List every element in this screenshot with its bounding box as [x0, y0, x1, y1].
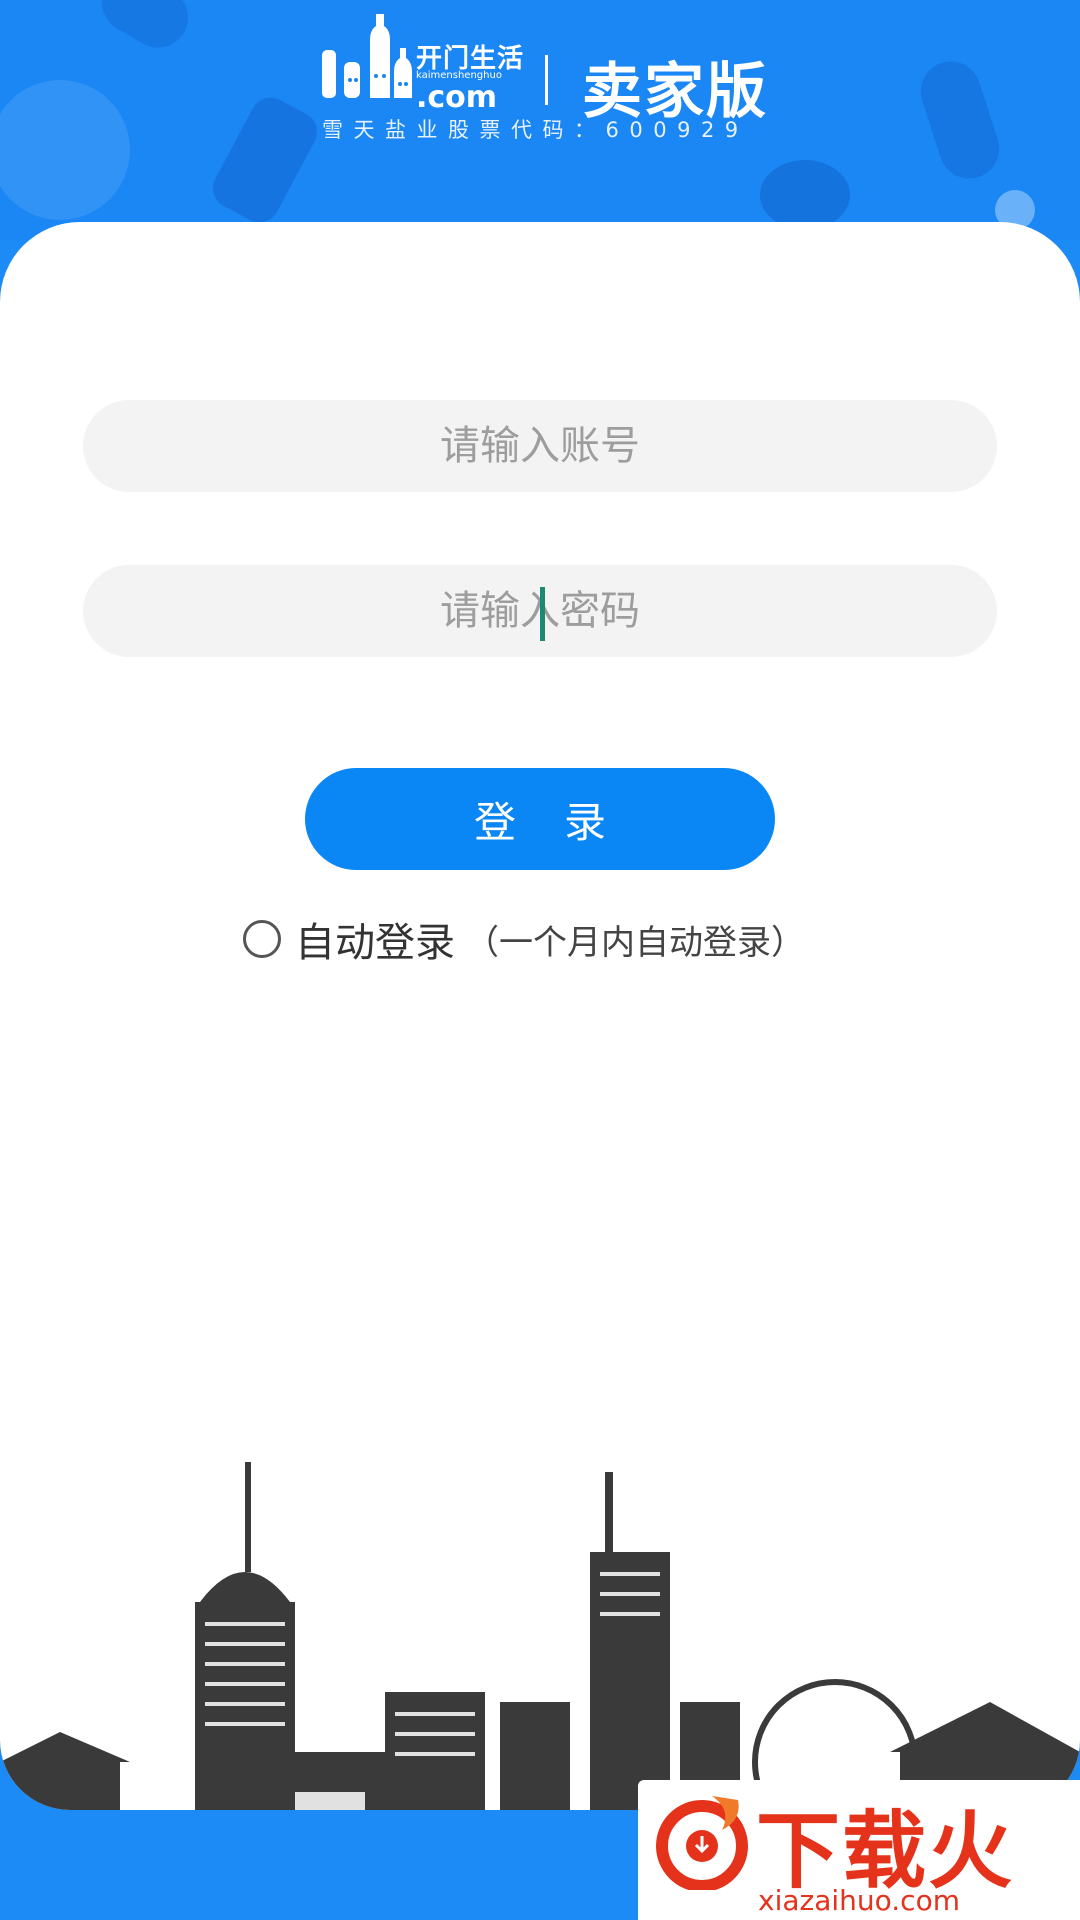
text-cursor: [540, 587, 545, 641]
auto-login-note: （一个月内自动登录）: [465, 922, 805, 963]
auto-login-option[interactable]: 自动登录 （一个月内自动登录）: [243, 912, 805, 966]
bottles-logo-icon: [322, 14, 412, 98]
decor-food-shape: [205, 90, 325, 230]
decor-food-shape: [760, 160, 850, 230]
stock-code-text: 雪天盐业股票代码：600929: [322, 118, 749, 142]
fire-download-icon: [656, 1796, 748, 1890]
brand-domain: .com: [416, 80, 498, 115]
logo-divider: [545, 55, 548, 105]
account-field[interactable]: [83, 399, 997, 493]
login-button[interactable]: 登录: [305, 768, 775, 870]
password-field[interactable]: [83, 564, 997, 658]
decor-food-shape: [912, 53, 1008, 187]
decor-bubble: [0, 80, 130, 220]
account-input[interactable]: [83, 399, 997, 493]
header-banner: 开门生活 kaimenshenghuo .com 卖家版 雪天盐业股票代码：60…: [0, 0, 1080, 240]
watermark-url: xiazaihuo.com: [758, 1884, 960, 1917]
radio-unchecked-icon[interactable]: [243, 920, 281, 958]
login-card: 登录 自动登录 （一个月内自动登录）: [0, 222, 1080, 1810]
decor-food-shape: [91, 0, 199, 59]
auto-login-label: 自动登录: [295, 920, 455, 966]
city-skyline-illustration: [0, 1462, 1080, 1810]
watermark: 下载火 xiazaihuo.com: [638, 1780, 1080, 1920]
